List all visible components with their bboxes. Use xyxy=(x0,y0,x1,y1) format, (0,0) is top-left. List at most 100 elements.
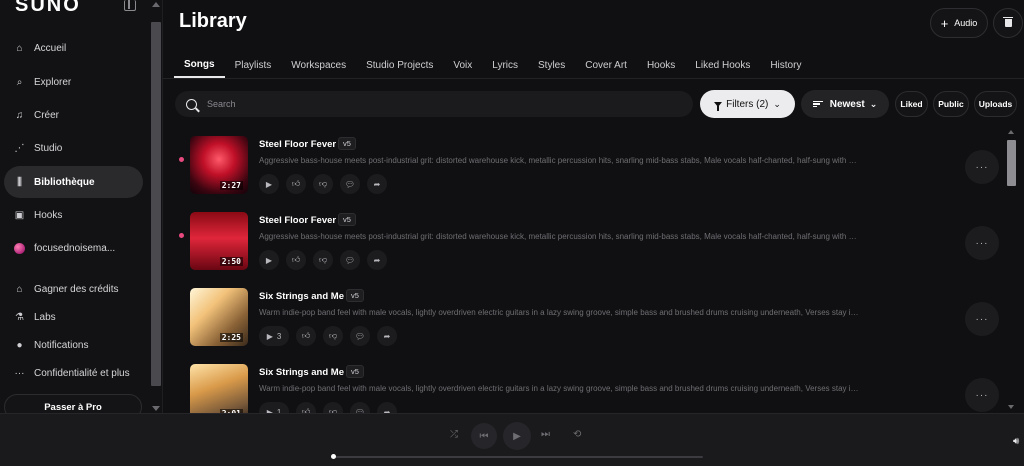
comment-button[interactable]: 💬︎ xyxy=(340,250,360,270)
song-row[interactable]: 2:27 Steel Floor Fever v5 Aggressive bass-h… xyxy=(163,128,1003,204)
play-button[interactable]: ▶ 1 xyxy=(259,402,289,413)
trash-icon xyxy=(1003,16,1013,27)
search-bar[interactable] xyxy=(175,91,693,117)
thumbs-up-icon: 👍︎ xyxy=(291,255,301,264)
comment-button[interactable]: 💬︎ xyxy=(350,402,370,413)
sidebar-item-4[interactable]: ⫼ Bibliothèque xyxy=(4,166,143,198)
liked-filter-pill[interactable]: Liked xyxy=(895,91,928,117)
sidebar-item-3[interactable]: ⋰ Studio xyxy=(4,132,143,164)
tab-playlists[interactable]: Playlists xyxy=(225,52,282,78)
sidebar-item-2[interactable]: ♫ Créer xyxy=(4,99,143,131)
volume-icon[interactable]: 🔊︎ xyxy=(1013,436,1019,447)
play-button[interactable]: ▶ xyxy=(259,174,279,194)
comment-button[interactable]: 💬︎ xyxy=(340,174,360,194)
tab-studio-projects[interactable]: Studio Projects xyxy=(356,52,443,78)
thumbs-up-icon: 👍︎ xyxy=(291,179,301,188)
comment-icon: 💬︎ xyxy=(354,331,366,341)
previous-button[interactable]: ⏮ xyxy=(471,423,497,449)
dislike-button[interactable]: 👎︎ xyxy=(323,326,343,346)
play-button[interactable]: ▶ 3 xyxy=(259,326,289,346)
like-button[interactable]: 👍︎ xyxy=(286,250,306,270)
song-description: Aggressive bass-house meets post-industr… xyxy=(259,232,859,241)
song-title[interactable]: Steel Floor Fever xyxy=(259,139,336,150)
song-title[interactable]: Steel Floor Fever xyxy=(259,215,336,226)
song-row[interactable]: 2:25 Six Strings and Me v5 Warm indie-pop b… xyxy=(163,280,1003,356)
song-row[interactable]: 2:01 Six Strings and Mev5 Warm indie-pop b… xyxy=(163,356,1003,413)
ellipsis-icon: ··· xyxy=(975,389,989,401)
share-icon: ➦ xyxy=(383,331,391,341)
tab-lyrics[interactable]: Lyrics xyxy=(482,52,528,78)
song-title[interactable]: Six Strings and Me xyxy=(259,367,344,378)
song-cover-art[interactable]: 2:27 xyxy=(190,136,248,194)
sidebar-item-5[interactable]: ▣ Hooks xyxy=(4,199,143,231)
play-icon: ▶ xyxy=(265,179,273,189)
sort-button[interactable]: Newest ⌄ xyxy=(801,90,889,118)
suno-logo[interactable]: SUNO xyxy=(15,0,81,17)
more-options-button[interactable]: ··· xyxy=(965,150,999,184)
share-button[interactable]: ➦ xyxy=(367,250,387,270)
play-button[interactable]: ▶ xyxy=(259,250,279,270)
sidebar-item-1[interactable]: ⌕ Explorer xyxy=(4,66,143,98)
ellipsis-icon: ··· xyxy=(975,161,989,173)
filters-button[interactable]: Filters (2) ⌄ xyxy=(700,90,795,118)
sidebar-item-0[interactable]: ⌂ Accueil xyxy=(4,32,143,64)
tab-songs[interactable]: Songs xyxy=(174,52,225,78)
scroll-up-arrow-icon[interactable] xyxy=(1008,130,1014,134)
next-icon[interactable]: ⏭ xyxy=(541,429,550,440)
repeat-icon[interactable]: ⟲ xyxy=(573,429,581,440)
scroll-down-arrow-icon[interactable] xyxy=(152,406,160,411)
song-cover-art[interactable]: 2:50 xyxy=(190,212,248,270)
song-title[interactable]: Six Strings and Me xyxy=(259,291,344,302)
comment-button[interactable]: 💬︎ xyxy=(350,326,370,346)
new-indicator-dot xyxy=(179,157,184,162)
dislike-button[interactable]: 👎︎ xyxy=(323,402,343,413)
play-button[interactable]: ▶ xyxy=(503,422,531,450)
model-version-badge: v5 xyxy=(338,213,356,226)
dislike-button[interactable]: 👎︎ xyxy=(313,250,333,270)
like-button[interactable]: 👍︎ xyxy=(286,174,306,194)
sidebar-scrollbar-thumb[interactable] xyxy=(151,22,161,386)
sidebar-item-label: Gagner des crédits xyxy=(34,283,119,295)
song-row[interactable]: 2:50 Steel Floor Fever v5 Aggressive bass-h… xyxy=(163,204,1003,280)
shuffle-icon[interactable]: ⤮ xyxy=(450,429,458,440)
sidebar-item-6[interactable]: focusednoisema... xyxy=(4,232,143,264)
tab-liked-hooks[interactable]: Liked Hooks xyxy=(685,52,760,78)
tab-cover-art[interactable]: Cover Art xyxy=(575,52,637,78)
like-button[interactable]: 👍︎ xyxy=(296,326,316,346)
song-list-scrollbar-thumb[interactable] xyxy=(1007,140,1016,186)
song-description: Aggressive bass-house meets post-industr… xyxy=(259,156,859,165)
trash-button[interactable] xyxy=(993,8,1023,38)
sidebar-item-label: Créer xyxy=(34,109,60,121)
add-audio-button[interactable]: + Audio xyxy=(930,8,988,38)
public-filter-pill[interactable]: Public xyxy=(933,91,969,117)
scroll-down-arrow-icon[interactable] xyxy=(1008,405,1014,409)
earn-icon: ⌂ xyxy=(16,283,23,295)
sidebar-item-10[interactable]: ··· Confidentialité et plus xyxy=(4,357,143,389)
song-duration: 2:50 xyxy=(219,257,243,266)
more-options-button[interactable]: ··· xyxy=(965,226,999,260)
tab-hooks[interactable]: Hooks xyxy=(637,52,685,78)
share-button[interactable]: ➦ xyxy=(367,174,387,194)
tab-styles[interactable]: Styles xyxy=(528,52,575,78)
song-cover-art[interactable]: 2:25 xyxy=(190,288,248,346)
funnel-icon xyxy=(714,101,723,111)
ellipsis-icon: ··· xyxy=(975,237,989,249)
dislike-button[interactable]: 👎︎ xyxy=(313,174,333,194)
tab-voix[interactable]: Voix xyxy=(443,52,482,78)
search-input[interactable] xyxy=(207,99,607,109)
like-button[interactable]: 👍︎ xyxy=(296,402,316,413)
song-cover-art[interactable]: 2:01 xyxy=(190,364,248,413)
progress-track[interactable] xyxy=(333,456,703,458)
share-button[interactable]: ➦ xyxy=(377,402,397,413)
tab-history[interactable]: History xyxy=(760,52,811,78)
tab-workspaces[interactable]: Workspaces xyxy=(281,52,356,78)
sidebar-item-label: Labs xyxy=(34,311,56,323)
more-options-button[interactable]: ··· xyxy=(965,378,999,412)
sidebar-collapse-icon[interactable] xyxy=(124,0,136,11)
uploads-filter-pill[interactable]: Uploads xyxy=(974,91,1017,117)
share-button[interactable]: ➦ xyxy=(377,326,397,346)
scroll-up-arrow-icon[interactable] xyxy=(152,2,160,7)
more-options-button[interactable]: ··· xyxy=(965,302,999,336)
progress-knob[interactable] xyxy=(331,454,336,459)
library-icon: ⫼ xyxy=(17,176,22,188)
